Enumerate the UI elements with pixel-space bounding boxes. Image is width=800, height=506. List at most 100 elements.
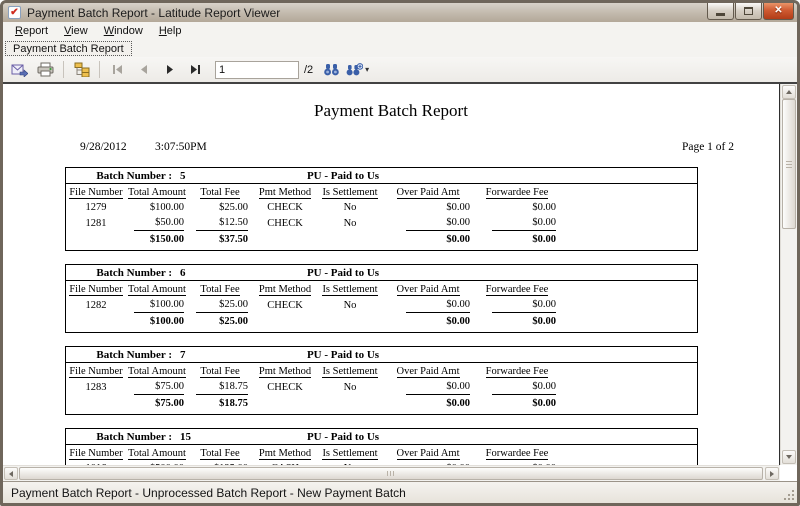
column-header-row: File NumberTotal AmountTotal FeePmt Meth…	[66, 184, 697, 200]
total-cell	[252, 313, 318, 332]
zoom-icon	[346, 63, 363, 76]
column-header: Total Fee	[188, 184, 252, 200]
resize-grip[interactable]	[784, 490, 795, 501]
page-total-label: /2	[304, 64, 313, 76]
maximize-button[interactable]	[735, 3, 762, 20]
toggle-group-tree-button[interactable]	[69, 59, 94, 81]
tab-strip: Payment Batch Report	[3, 40, 797, 57]
menu-item-report[interactable]: Report	[7, 23, 56, 39]
status-text: Payment Batch Report - Unprocessed Batch…	[11, 486, 406, 500]
total-cell: $150.00	[126, 231, 188, 250]
column-header: File Number	[66, 184, 126, 200]
batch-number-label: Batch Number :	[66, 168, 172, 184]
column-header: Pmt Method	[252, 281, 318, 297]
cell: $0.00	[382, 379, 474, 395]
column-header: Over Paid Amt	[382, 281, 474, 297]
batch-grid: File NumberTotal AmountTotal FeePmt Meth…	[66, 363, 697, 414]
scroll-left-button[interactable]	[4, 467, 18, 480]
cell: $0.00	[474, 297, 560, 313]
total-cell	[318, 395, 382, 414]
title-bar[interactable]: ✔ Payment Batch Report - Latitude Report…	[3, 3, 797, 22]
total-cell	[252, 395, 318, 414]
scroll-down-button[interactable]	[782, 450, 796, 464]
thumb-grip-icon	[786, 161, 792, 168]
table-row: 1282$100.00$25.00CHECKNo$0.00$0.00	[66, 297, 697, 313]
report-page-number: Page 1 of 2	[682, 141, 734, 153]
minimize-icon	[716, 13, 725, 16]
totals-row: $100.00$25.00$0.00$0.00	[66, 313, 697, 332]
cell: No	[318, 297, 382, 313]
print-icon	[37, 62, 55, 77]
cell: $0.00	[474, 200, 560, 215]
column-header: Total Amount	[126, 184, 188, 200]
batch-number-value: 7	[180, 349, 186, 361]
batch-header: Batch Number : 7 PU - Paid to Us	[66, 347, 697, 363]
vertical-scrollbar[interactable]	[780, 84, 797, 465]
zoom-button[interactable]: ▾	[345, 59, 370, 81]
horizontal-scroll-thumb[interactable]	[19, 467, 763, 480]
toolbar-separator	[63, 61, 64, 78]
batch-number-label: Batch Number :	[66, 347, 172, 363]
first-page-button[interactable]	[105, 59, 130, 81]
report-title: Payment Batch Report	[3, 101, 779, 122]
scroll-up-button[interactable]	[782, 85, 796, 99]
cell: $50.00	[126, 215, 188, 231]
next-page-button[interactable]	[157, 59, 182, 81]
prev-page-button[interactable]	[131, 59, 156, 81]
column-header: Over Paid Amt	[382, 184, 474, 200]
total-cell	[66, 313, 126, 332]
column-header: Forwardee Fee	[474, 363, 560, 379]
last-page-button[interactable]	[183, 59, 208, 81]
table-row: 1279$100.00$25.00CHECKNo$0.00$0.00	[66, 200, 697, 215]
column-header: Is Settlement	[318, 184, 382, 200]
menu-bar: ReportViewWindowHelp	[3, 22, 797, 40]
tab-payment-batch-report[interactable]: Payment Batch Report	[5, 41, 132, 56]
menu-item-help[interactable]: Help	[151, 23, 190, 39]
batch-header: Batch Number :5 PU - Paid to Us	[66, 168, 697, 184]
batch-number-value: 15	[180, 431, 191, 443]
close-button[interactable]: ✕	[763, 3, 794, 20]
batch-table: Batch Number :6 PU - Paid to Us File Num…	[65, 264, 698, 333]
column-header: Total Amount	[126, 281, 188, 297]
column-header: Forwardee Fee	[474, 184, 560, 200]
batch-number-label: Batch Number :	[66, 429, 172, 445]
window-controls: ✕	[706, 3, 794, 20]
maximize-icon	[744, 7, 753, 15]
scroll-right-button[interactable]	[765, 467, 779, 480]
export-button[interactable]	[7, 59, 32, 81]
cell: CHECK	[252, 200, 318, 215]
total-cell: $0.00	[382, 313, 474, 332]
first-page-icon	[112, 65, 123, 74]
minimize-button[interactable]	[707, 3, 734, 20]
vertical-scroll-thumb[interactable]	[782, 99, 796, 229]
arrow-up-icon	[786, 90, 792, 94]
column-header-row: File NumberTotal AmountTotal FeePmt Meth…	[66, 363, 697, 379]
batch-type-label: PU - Paid to Us	[307, 168, 379, 184]
batch-header: Batch Number :15 PU - Paid to Us	[66, 429, 697, 445]
find-text-button[interactable]	[319, 59, 344, 81]
cell: No	[318, 200, 382, 215]
batch-type-label: PU - Paid to Us	[307, 347, 379, 363]
totals-row: $150.00$37.50$0.00$0.00	[66, 231, 697, 250]
horizontal-scrollbar[interactable]	[3, 465, 780, 481]
cell: $0.00	[382, 215, 474, 231]
report-time: 3:07:50PM	[155, 141, 207, 153]
total-cell	[66, 231, 126, 250]
column-header: Is Settlement	[318, 363, 382, 379]
cell: $18.75	[188, 379, 252, 395]
batch-grid: File NumberTotal AmountTotal FeePmt Meth…	[66, 445, 697, 465]
menu-item-view[interactable]: View	[56, 23, 96, 39]
report-page: Payment Batch Report 9/28/2012 3:07:50PM…	[3, 84, 780, 465]
menu-item-window[interactable]: Window	[96, 23, 151, 39]
cell: $0.00	[474, 215, 560, 231]
window-title: Payment Batch Report - Latitude Report V…	[27, 6, 280, 20]
print-button[interactable]	[33, 59, 58, 81]
cell: CHECK	[252, 297, 318, 313]
toolbar-separator	[99, 61, 100, 78]
column-header: Total Amount	[126, 363, 188, 379]
column-header: File Number	[66, 363, 126, 379]
total-cell: $0.00	[382, 395, 474, 414]
column-header: Over Paid Amt	[382, 445, 474, 461]
total-cell: $0.00	[474, 395, 560, 414]
page-number-input[interactable]	[215, 61, 299, 79]
